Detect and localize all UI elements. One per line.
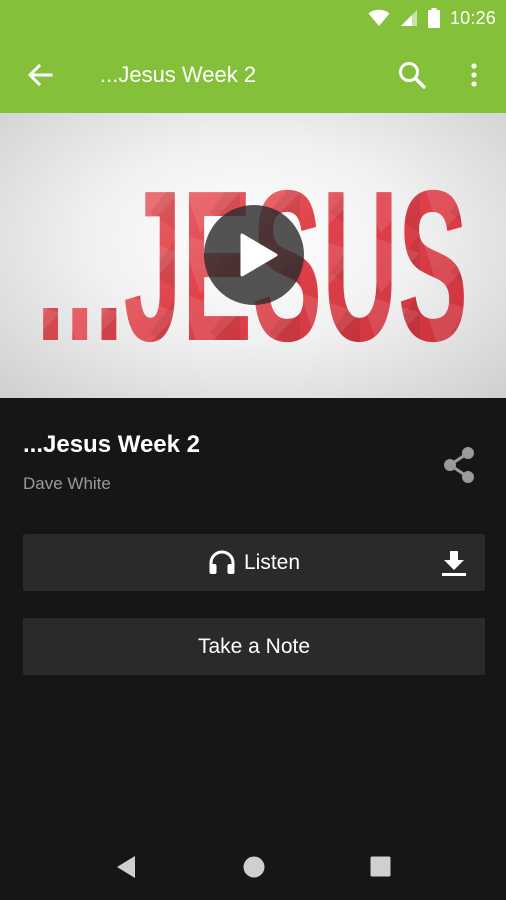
status-bar: 10:26	[0, 0, 506, 37]
sermon-title: ...Jesus Week 2	[23, 431, 200, 458]
speaker-name: Dave White	[23, 474, 111, 493]
more-vert-icon[interactable]	[462, 59, 486, 91]
clock: 10:26	[449, 7, 496, 28]
battery-icon	[427, 8, 440, 28]
take-note-button[interactable]: Take a Note	[23, 618, 485, 675]
app-bar-title: ...Jesus Week 2	[100, 62, 257, 87]
status-icons: 10:26	[368, 6, 496, 30]
nav-back-icon[interactable]	[114, 854, 138, 880]
cell-signal-icon	[400, 10, 417, 26]
nav-recents-icon[interactable]	[370, 856, 391, 877]
headphones-icon	[209, 550, 235, 574]
listen-button[interactable]: Listen	[23, 534, 485, 591]
back-arrow-icon[interactable]	[24, 59, 56, 91]
wifi-icon	[368, 9, 390, 26]
search-icon[interactable]	[396, 59, 428, 91]
nav-home-icon[interactable]	[243, 856, 265, 878]
app-bar: ...Jesus Week 2	[0, 37, 506, 113]
take-note-content: Take a Note	[23, 618, 485, 675]
take-note-label: Take a Note	[197, 634, 311, 658]
listen-button-content: Listen	[23, 534, 485, 591]
listen-label: Listen	[243, 550, 301, 574]
play-button[interactable]	[204, 205, 304, 305]
download-icon[interactable]	[439, 549, 469, 577]
system-nav-bar	[0, 834, 506, 900]
play-icon	[240, 233, 278, 277]
share-icon[interactable]	[440, 445, 478, 485]
